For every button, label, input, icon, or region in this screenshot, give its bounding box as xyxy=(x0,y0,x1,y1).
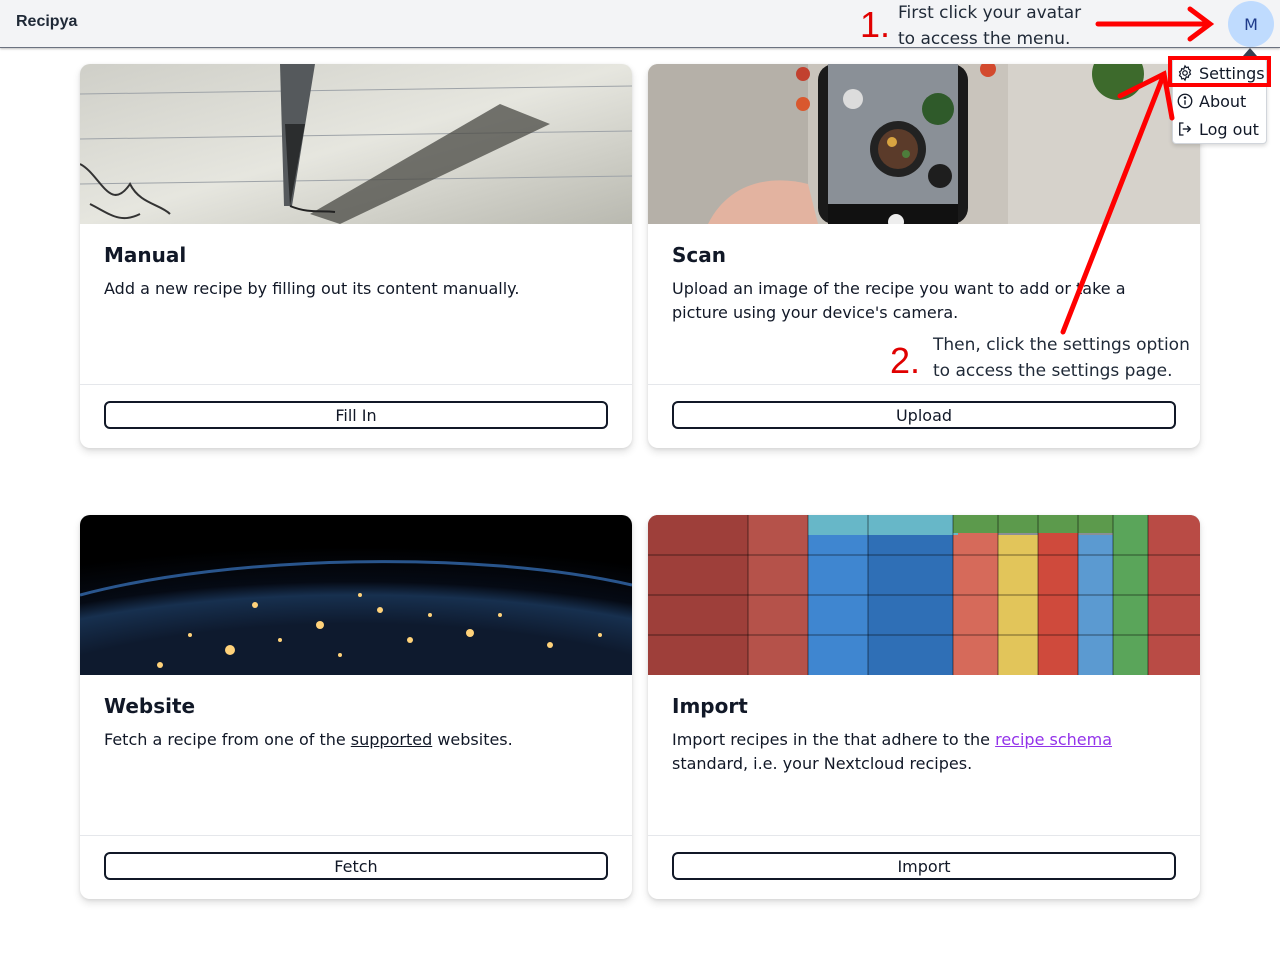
menu-item-about[interactable]: About xyxy=(1173,87,1266,115)
instruction-line: to access the settings page. xyxy=(933,361,1173,381)
fountain-pen-image xyxy=(80,64,632,224)
user-avatar[interactable]: M xyxy=(1228,1,1274,47)
import-button[interactable]: Import xyxy=(672,852,1176,880)
upload-button[interactable]: Upload xyxy=(672,401,1176,429)
card-website: Website Fetch a recipe from one of the s… xyxy=(80,515,632,899)
description-text: websites. xyxy=(432,730,513,749)
card-title: Import xyxy=(672,694,748,718)
divider xyxy=(80,835,632,836)
divider xyxy=(80,384,632,385)
instruction-line: to access the menu. xyxy=(898,29,1071,49)
card-scan: Scan Upload an image of the recipe you w… xyxy=(648,64,1200,448)
card-title: Scan xyxy=(672,243,726,267)
description-text: standard, i.e. your Nextcloud recipes. xyxy=(672,754,973,773)
supported-link[interactable]: supported xyxy=(351,730,432,749)
card-title: Manual xyxy=(104,243,187,267)
avatar-dropdown-menu: Settings About Log out xyxy=(1172,58,1267,144)
fetch-button[interactable]: Fetch xyxy=(104,852,608,880)
card-description: Add a new recipe by filling out its cont… xyxy=(104,279,520,298)
card-description: Fetch a recipe from one of the supported… xyxy=(104,728,604,752)
description-text: Import recipes in the that adhere to the xyxy=(672,730,996,749)
card-description: Import recipes in the that adhere to the… xyxy=(672,728,1172,776)
step-2-instruction: Then, click the settings option to acces… xyxy=(933,332,1190,384)
menu-item-logout[interactable]: Log out xyxy=(1173,115,1266,143)
card-import: Import Import recipes in the that adhere… xyxy=(648,515,1200,899)
app-title[interactable]: Recipya xyxy=(16,13,77,31)
menu-item-label: About xyxy=(1199,91,1247,111)
card-description: Upload an image of the recipe you want t… xyxy=(672,279,1126,322)
earth-night-image xyxy=(80,515,632,675)
menu-pointer xyxy=(1243,48,1257,56)
navbar: Recipya M xyxy=(0,0,1280,48)
card-manual: Manual Add a new recipe by filling out i… xyxy=(80,64,632,448)
divider xyxy=(648,835,1200,836)
phone-camera-image xyxy=(648,64,1200,224)
instruction-line: Then, click the settings option xyxy=(933,335,1190,355)
divider xyxy=(648,384,1200,385)
info-icon xyxy=(1177,93,1193,109)
recipe-schema-link[interactable]: recipe schema xyxy=(995,730,1112,749)
fill-in-button[interactable]: Fill In xyxy=(104,401,608,429)
step-1-number: 1. xyxy=(860,4,891,45)
card-title: Website xyxy=(104,694,196,718)
menu-item-label: Settings xyxy=(1199,63,1265,83)
menu-item-settings[interactable]: Settings xyxy=(1173,59,1266,87)
step-2-number: 2. xyxy=(890,340,921,381)
description-text: Fetch a recipe from one of the xyxy=(104,730,351,749)
gear-icon xyxy=(1178,64,1192,82)
step-1-instruction: First click your avatar to access the me… xyxy=(898,0,1081,52)
logout-icon xyxy=(1179,122,1192,136)
instruction-line: First click your avatar xyxy=(898,3,1082,23)
menu-item-label: Log out xyxy=(1199,119,1259,139)
shipping-containers-image xyxy=(648,515,1200,675)
